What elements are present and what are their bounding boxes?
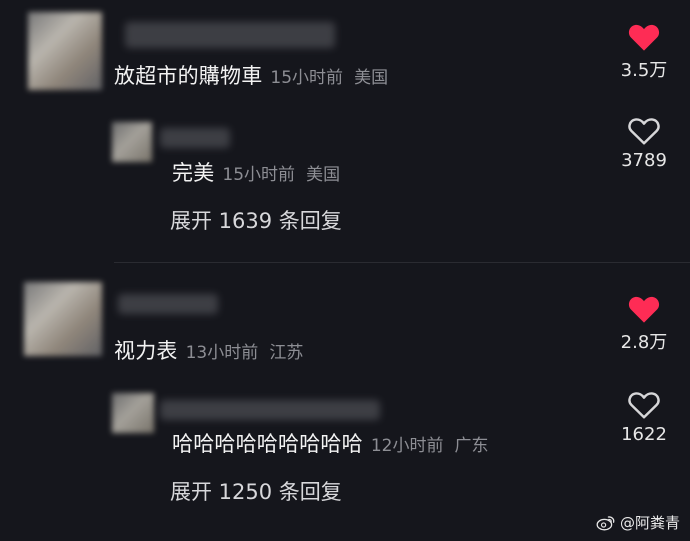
reply-username[interactable] (160, 400, 380, 420)
heart-filled-icon (628, 24, 660, 51)
reply-body: 哈哈哈哈哈哈哈哈哈 12小时前 广东 (172, 428, 489, 458)
watermark: @阿粪青 (596, 512, 680, 533)
heart-filled-icon (628, 296, 660, 323)
reply-location: 美国 (306, 165, 341, 185)
like-button[interactable]: 2.8万 (609, 294, 679, 354)
comment-location: 江苏 (269, 343, 304, 363)
reply-body: 完美 15小时前 美国 (172, 157, 340, 187)
reply-like-button[interactable]: 3789 (609, 116, 679, 171)
like-button[interactable]: 3.5万 (609, 22, 679, 82)
reply-text: 完美 (172, 161, 215, 185)
comment-body: 视力表 13小时前 江苏 (114, 335, 303, 365)
like-count: 2.8万 (620, 332, 668, 353)
comment-body: 放超市的購物車 15小时前 美国 (114, 60, 388, 90)
reply-avatar[interactable] (112, 122, 152, 162)
reply-like-button[interactable]: 1622 (609, 390, 679, 445)
like-count: 3789 (621, 150, 667, 171)
comment-time: 15小时前 (270, 68, 344, 88)
heart-outline-icon (628, 118, 660, 145)
reply-text: 哈哈哈哈哈哈哈哈哈 (172, 432, 363, 456)
expand-replies-button[interactable]: 展开 1250 条回复 (170, 476, 342, 506)
comment-text: 视力表 (114, 339, 178, 363)
comment-text: 放超市的購物車 (114, 64, 263, 88)
weibo-icon (596, 515, 615, 530)
like-count: 1622 (621, 424, 667, 445)
watermark-text: @阿粪青 (619, 514, 680, 532)
like-count: 3.5万 (620, 60, 668, 81)
reply-time: 15小时前 (222, 165, 296, 185)
username[interactable] (125, 22, 335, 48)
reply-username[interactable] (160, 128, 230, 148)
reply-time: 12小时前 (370, 436, 444, 456)
comment-time: 13小时前 (185, 343, 259, 363)
avatar[interactable] (24, 282, 102, 356)
avatar[interactable] (28, 12, 102, 90)
heart-outline-icon (628, 392, 660, 419)
comment-location: 美国 (354, 68, 389, 88)
username[interactable] (118, 294, 218, 314)
expand-replies-button[interactable]: 展开 1639 条回复 (170, 205, 342, 235)
reply-avatar[interactable] (112, 393, 154, 433)
reply-location: 广东 (454, 436, 489, 456)
divider (114, 262, 690, 263)
